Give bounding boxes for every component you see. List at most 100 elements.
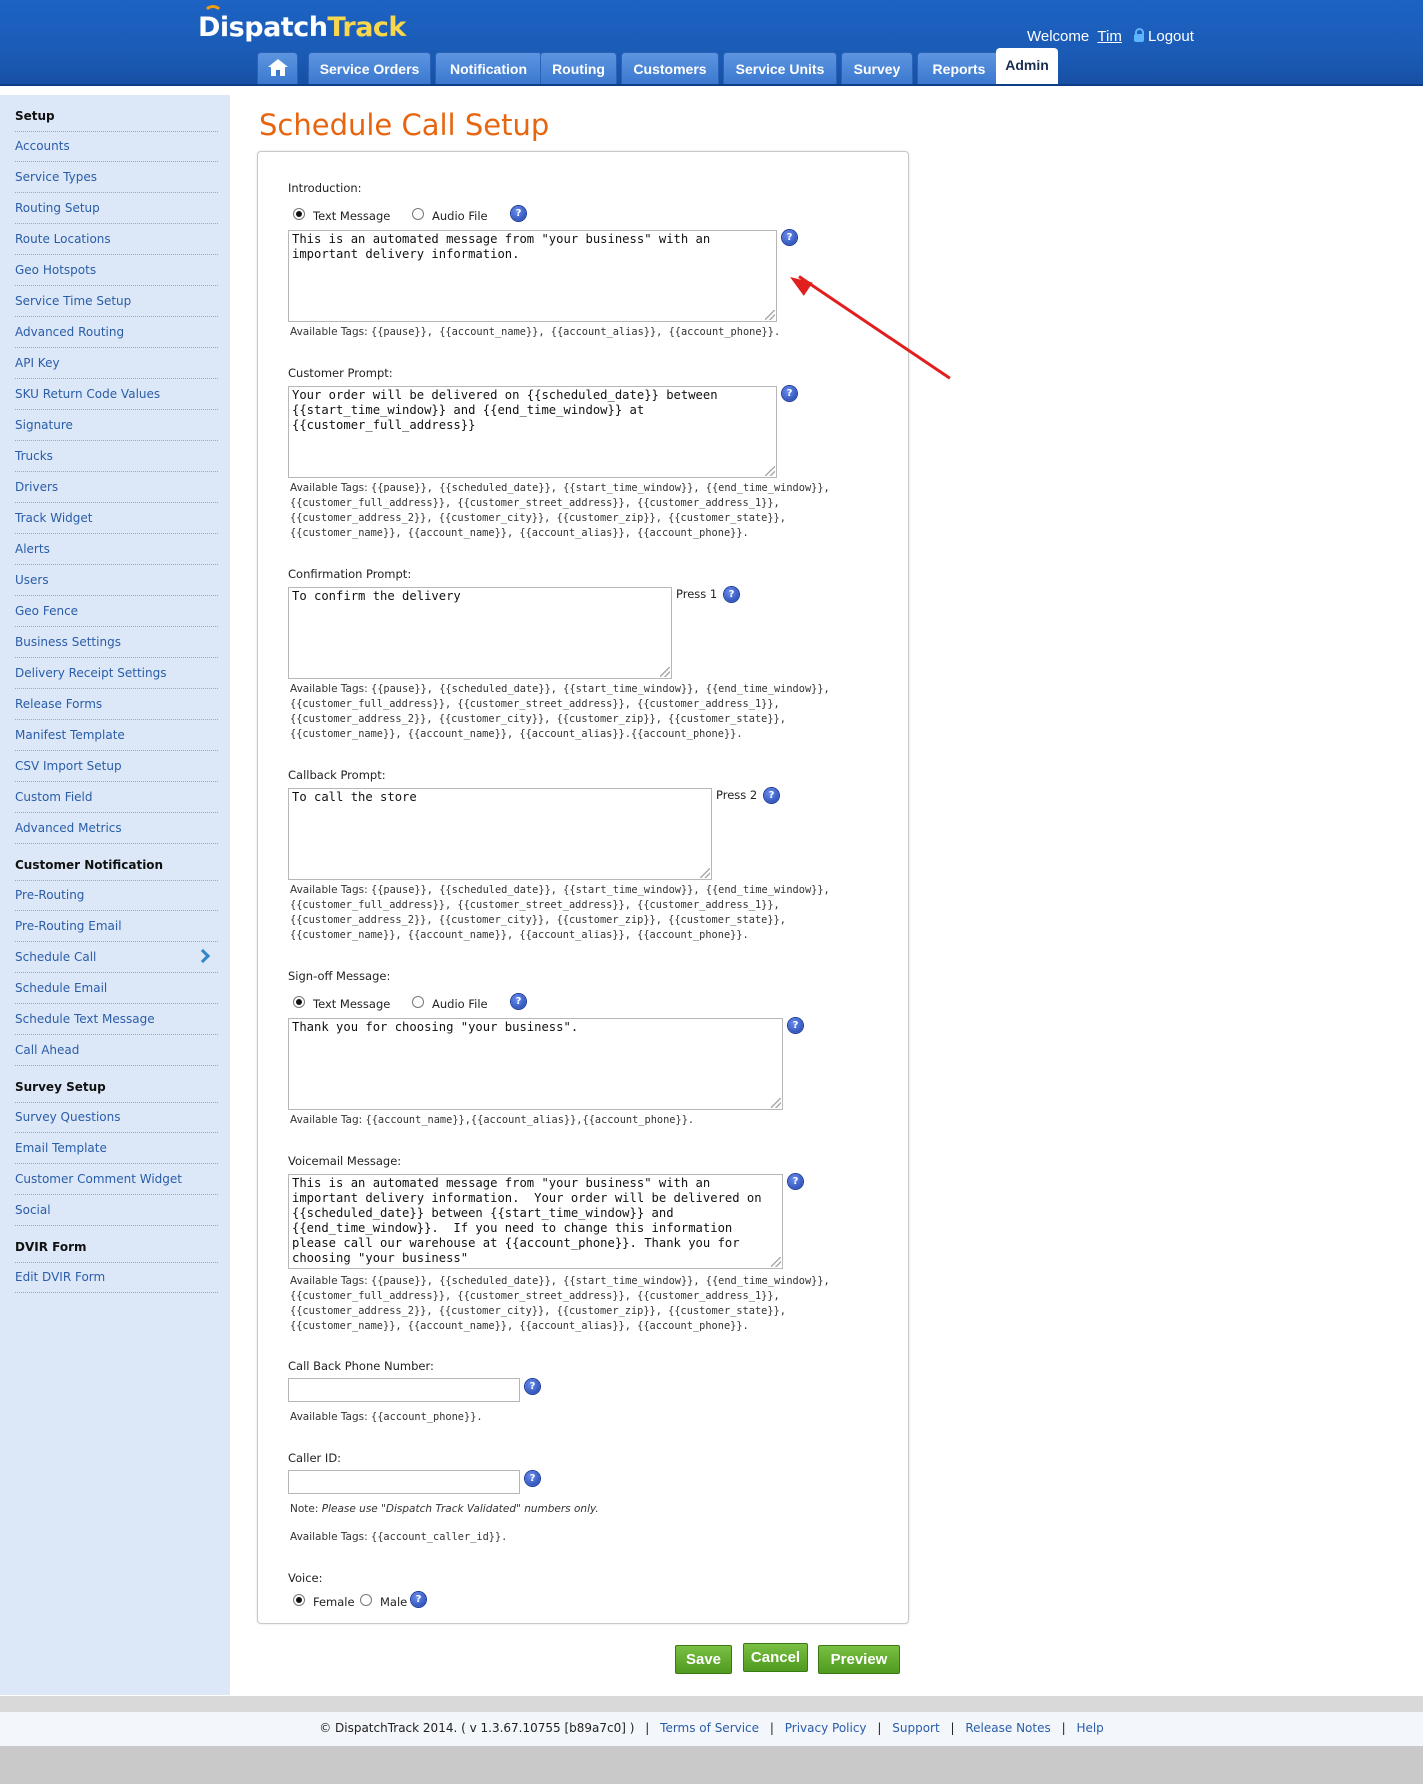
- voicemail-textarea[interactable]: This is an automated message from "your …: [288, 1174, 783, 1269]
- welcome-area: Welcome Tim Logout: [1027, 28, 1194, 45]
- chevron-right-icon: [195, 948, 211, 964]
- tab-notification[interactable]: Notification: [435, 52, 542, 84]
- customer-prompt-help-icon[interactable]: ?: [782, 386, 797, 401]
- sidebar-item-track-widget[interactable]: Track Widget: [15, 503, 218, 534]
- sidebar: Setup Accounts Service Types Routing Set…: [0, 95, 230, 1695]
- tab-routing[interactable]: Routing: [540, 52, 617, 84]
- sidebar-item-accounts[interactable]: Accounts: [15, 131, 218, 162]
- sidebar-item-delivery-receipt-settings[interactable]: Delivery Receipt Settings: [15, 658, 218, 689]
- intro-type-help-icon[interactable]: ?: [511, 206, 526, 221]
- tab-home[interactable]: [257, 52, 298, 84]
- footer-bottom-band: [0, 1746, 1423, 1784]
- sidebar-item-pre-routing[interactable]: Pre-Routing: [15, 880, 218, 911]
- sidebar-item-custom-field[interactable]: Custom Field: [15, 782, 218, 813]
- sidebar-item-service-time-setup[interactable]: Service Time Setup: [15, 286, 218, 317]
- footer-link-privacy[interactable]: Privacy Policy: [785, 1721, 867, 1735]
- page-title: Schedule Call Setup: [259, 108, 550, 142]
- sidebar-item-edit-dvir-form[interactable]: Edit DVIR Form: [15, 1262, 218, 1293]
- sidebar-item-csv-import-setup[interactable]: CSV Import Setup: [15, 751, 218, 782]
- footer-link-support[interactable]: Support: [892, 1721, 939, 1735]
- signoff-help-icon[interactable]: ?: [788, 1018, 803, 1033]
- logo-text-track: Track: [327, 12, 406, 43]
- sidebar-section-survey-setup: Survey Setup: [15, 1072, 218, 1103]
- sidebar-item-signature[interactable]: Signature: [15, 410, 218, 441]
- sidebar-item-release-forms[interactable]: Release Forms: [15, 689, 218, 720]
- customer-prompt-tags-list: {{pause}}, {{scheduled_date}}, {{start_t…: [290, 482, 830, 539]
- introduction-available-tags: Available Tags: {{pause}}, {{account_nam…: [290, 325, 870, 340]
- callback-press-label: Press 2: [716, 788, 758, 802]
- sidebar-item-service-types[interactable]: Service Types: [15, 162, 218, 193]
- tab-reports[interactable]: Reports: [917, 52, 1001, 84]
- voicemail-help-icon[interactable]: ?: [788, 1174, 803, 1189]
- sidebar-item-schedule-call[interactable]: Schedule Call: [15, 942, 218, 973]
- confirmation-prompt-textarea[interactable]: To confirm the delivery: [288, 587, 672, 679]
- sidebar-item-drivers[interactable]: Drivers: [15, 472, 218, 503]
- footer: © DispatchTrack 2014. ( v 1.3.67.10755 […: [0, 1712, 1423, 1746]
- sidebar-item-email-template[interactable]: Email Template: [15, 1133, 218, 1164]
- footer-link-terms[interactable]: Terms of Service: [660, 1721, 759, 1735]
- sidebar-item-social[interactable]: Social: [15, 1195, 218, 1226]
- sidebar-item-routing-setup[interactable]: Routing Setup: [15, 193, 218, 224]
- footer-link-help[interactable]: Help: [1076, 1721, 1103, 1735]
- sidebar-item-call-ahead[interactable]: Call Ahead: [15, 1035, 218, 1066]
- confirmation-prompt-help-icon[interactable]: ?: [724, 587, 739, 602]
- sidebar-item-survey-questions[interactable]: Survey Questions: [15, 1102, 218, 1133]
- sidebar-item-geo-hotspots[interactable]: Geo Hotspots: [15, 255, 218, 286]
- tab-admin[interactable]: Admin: [996, 48, 1058, 84]
- sidebar-item-trucks[interactable]: Trucks: [15, 441, 218, 472]
- sidebar-item-sku-return-code-values[interactable]: SKU Return Code Values: [15, 379, 218, 410]
- sidebar-item-pre-routing-email[interactable]: Pre-Routing Email: [15, 911, 218, 942]
- sidebar-item-api-key[interactable]: API Key: [15, 348, 218, 379]
- signoff-text-message-radio[interactable]: [293, 996, 305, 1008]
- preview-button[interactable]: Preview: [818, 1645, 900, 1674]
- cancel-button[interactable]: Cancel: [743, 1643, 808, 1672]
- sidebar-item-alerts[interactable]: Alerts: [15, 534, 218, 565]
- caller-id-input[interactable]: [288, 1470, 520, 1494]
- intro-audio-file-radio[interactable]: [412, 208, 424, 220]
- callback-prompt-available-tags: Available Tags: {{pause}}, {{scheduled_d…: [290, 883, 880, 943]
- sidebar-item-schedule-email[interactable]: Schedule Email: [15, 973, 218, 1004]
- tab-customers[interactable]: Customers: [621, 52, 719, 84]
- sidebar-item-users[interactable]: Users: [15, 565, 218, 596]
- footer-separator: |: [645, 1721, 650, 1735]
- dispatchtrack-logo[interactable]: DispatchTrack: [198, 12, 406, 43]
- caller-id-tags-label: Available Tags:: [290, 1531, 368, 1543]
- signoff-tags-list: {{account_name}},{{account_alias}},{{acc…: [365, 1114, 695, 1126]
- user-name-link[interactable]: Tim: [1097, 28, 1121, 45]
- sidebar-item-manifest-template[interactable]: Manifest Template: [15, 720, 218, 751]
- voice-male-radio[interactable]: [360, 1594, 372, 1606]
- sidebar-item-business-settings[interactable]: Business Settings: [15, 627, 218, 658]
- tab-service-orders[interactable]: Service Orders: [308, 52, 431, 84]
- footer-link-release-notes[interactable]: Release Notes: [965, 1721, 1050, 1735]
- tab-service-units[interactable]: Service Units: [723, 52, 837, 84]
- signoff-textarea[interactable]: Thank you for choosing "your business".: [288, 1018, 783, 1110]
- introduction-textarea[interactable]: This is an automated message from "your …: [288, 230, 777, 322]
- tab-survey[interactable]: Survey: [841, 52, 913, 84]
- save-button[interactable]: Save: [675, 1645, 732, 1674]
- sidebar-item-customer-comment-widget[interactable]: Customer Comment Widget: [15, 1164, 218, 1195]
- sidebar-item-geo-fence[interactable]: Geo Fence: [15, 596, 218, 627]
- customer-prompt-available-tags: Available Tags: {{pause}}, {{scheduled_d…: [290, 481, 880, 541]
- intro-text-message-radio[interactable]: [293, 208, 305, 220]
- footer-separator: |: [877, 1721, 882, 1735]
- voice-female-radio[interactable]: [293, 1594, 305, 1606]
- sidebar-item-advanced-routing[interactable]: Advanced Routing: [15, 317, 218, 348]
- signoff-audio-file-radio[interactable]: [412, 996, 424, 1008]
- introduction-label: Introduction:: [288, 181, 362, 195]
- callback-phone-input[interactable]: [288, 1378, 520, 1402]
- customer-prompt-label: Customer Prompt:: [288, 366, 393, 380]
- customer-prompt-textarea[interactable]: Your order will be delivered on {{schedu…: [288, 386, 777, 478]
- sidebar-item-advanced-metrics[interactable]: Advanced Metrics: [15, 813, 218, 844]
- signoff-audio-file-label: Audio File: [432, 997, 488, 1011]
- caller-id-help-icon[interactable]: ?: [525, 1471, 540, 1486]
- signoff-tags-label: Available Tag:: [290, 1114, 363, 1126]
- logout-link[interactable]: Logout: [1148, 28, 1194, 45]
- voice-help-icon[interactable]: ?: [411, 1592, 426, 1607]
- callback-prompt-help-icon[interactable]: ?: [764, 788, 779, 803]
- callback-prompt-textarea[interactable]: To call the store: [288, 788, 712, 880]
- introduction-help-icon[interactable]: ?: [782, 230, 797, 245]
- signoff-type-help-icon[interactable]: ?: [511, 994, 526, 1009]
- sidebar-item-route-locations[interactable]: Route Locations: [15, 224, 218, 255]
- sidebar-item-schedule-text-message[interactable]: Schedule Text Message: [15, 1004, 218, 1035]
- callback-phone-help-icon[interactable]: ?: [525, 1379, 540, 1394]
